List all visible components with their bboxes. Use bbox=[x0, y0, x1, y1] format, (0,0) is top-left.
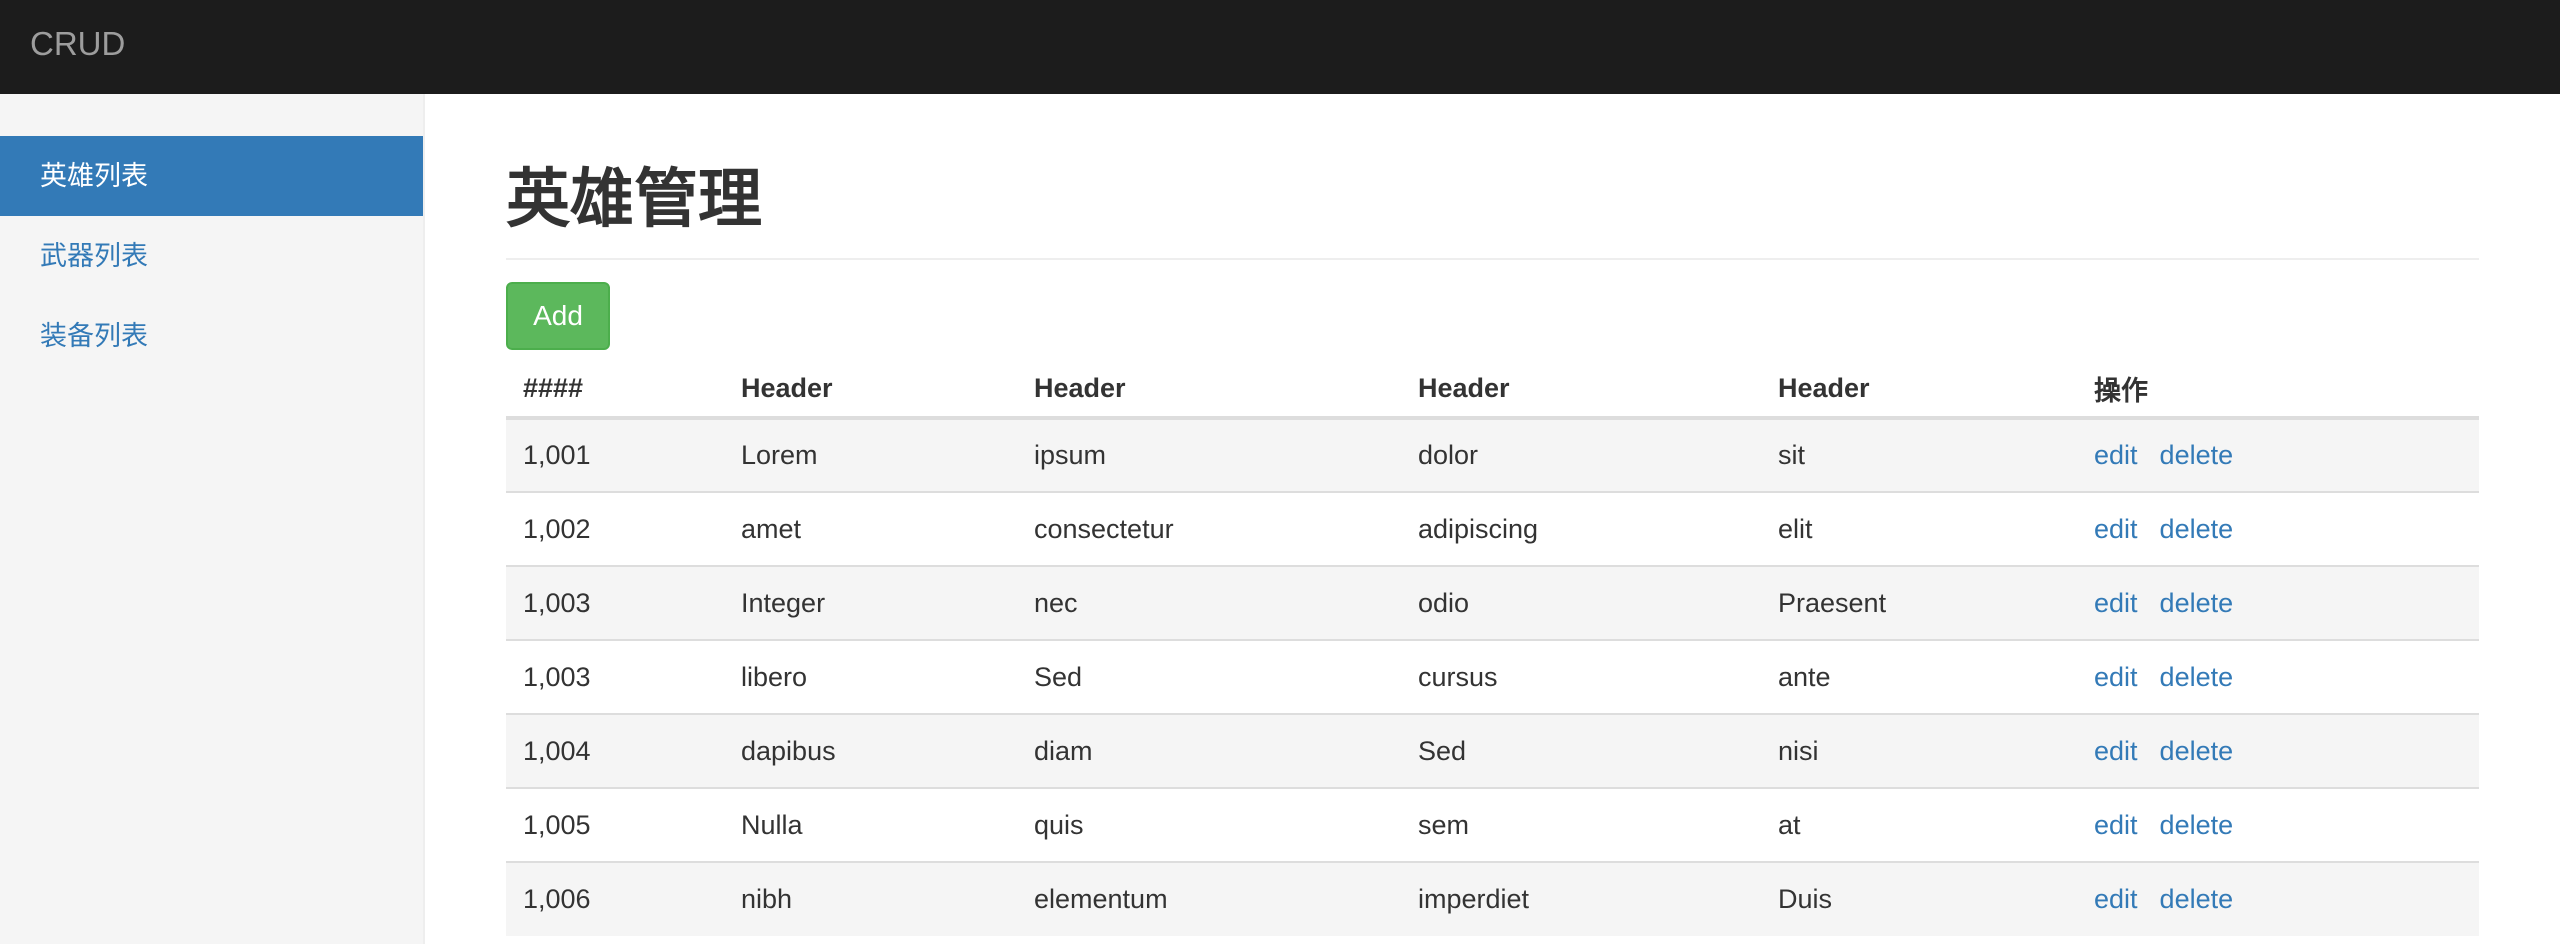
delete-link[interactable]: delete bbox=[2160, 810, 2234, 840]
cell: sem bbox=[1401, 787, 1761, 862]
edit-link[interactable]: edit bbox=[2094, 662, 2138, 692]
cell: cursus bbox=[1401, 639, 1761, 714]
delete-link[interactable]: delete bbox=[2160, 884, 2234, 914]
edit-link[interactable]: edit bbox=[2094, 440, 2138, 470]
page-header: 英雄管理 bbox=[506, 164, 2479, 260]
cell-actions: edit delete bbox=[2077, 713, 2479, 788]
cell: Integer bbox=[724, 565, 1017, 640]
cell: Sed bbox=[1017, 639, 1401, 714]
delete-link[interactable]: delete bbox=[2160, 736, 2234, 766]
column-header-4: Header bbox=[1761, 360, 2077, 420]
cell: quis bbox=[1017, 787, 1401, 862]
cell: elit bbox=[1761, 491, 2077, 566]
table-row: 1,005 Nulla quis sem at edit delete bbox=[506, 787, 2479, 862]
cell: odio bbox=[1401, 565, 1761, 640]
cell: nibh bbox=[724, 861, 1017, 936]
delete-link[interactable]: delete bbox=[2160, 514, 2234, 544]
page-title: 英雄管理 bbox=[506, 163, 762, 235]
column-header-2: Header bbox=[1017, 360, 1401, 420]
sidebar-item-equipment-list[interactable]: 装备列表 bbox=[0, 296, 423, 376]
cell: diam bbox=[1017, 713, 1401, 788]
cell: ipsum bbox=[1017, 417, 1401, 492]
cell: nisi bbox=[1761, 713, 2077, 788]
cell-actions: edit delete bbox=[2077, 417, 2479, 492]
cell: Duis bbox=[1761, 861, 2077, 936]
cell-actions: edit delete bbox=[2077, 491, 2479, 566]
cell-id: 1,005 bbox=[506, 787, 724, 862]
table-row: 1,001 Lorem ipsum dolor sit edit delete bbox=[506, 417, 2479, 492]
edit-link[interactable]: edit bbox=[2094, 514, 2138, 544]
cell-actions: edit delete bbox=[2077, 565, 2479, 640]
cell: sit bbox=[1761, 417, 2077, 492]
sidebar-nav: 英雄列表 武器列表 装备列表 bbox=[0, 136, 423, 376]
cell: ante bbox=[1761, 639, 2077, 714]
brand-link[interactable]: CRUD bbox=[30, 22, 125, 66]
cell-id: 1,003 bbox=[506, 639, 724, 714]
cell-actions: edit delete bbox=[2077, 861, 2479, 936]
cell: Lorem bbox=[724, 417, 1017, 492]
table-row: 1,004 dapibus diam Sed nisi edit delete bbox=[506, 713, 2479, 788]
cell: adipiscing bbox=[1401, 491, 1761, 566]
cell: dapibus bbox=[724, 713, 1017, 788]
cell-id: 1,001 bbox=[506, 417, 724, 492]
top-navbar: CRUD bbox=[0, 0, 2560, 94]
delete-link[interactable]: delete bbox=[2160, 440, 2234, 470]
cell: dolor bbox=[1401, 417, 1761, 492]
sidebar-item-hero-list[interactable]: 英雄列表 bbox=[0, 136, 423, 216]
hero-table: #### Header Header Header Header 操作 1,00… bbox=[506, 360, 2479, 936]
cell: Nulla bbox=[724, 787, 1017, 862]
cell: Sed bbox=[1401, 713, 1761, 788]
column-header-actions: 操作 bbox=[2077, 360, 2479, 420]
edit-link[interactable]: edit bbox=[2094, 736, 2138, 766]
cell-id: 1,004 bbox=[506, 713, 724, 788]
edit-link[interactable]: edit bbox=[2094, 810, 2138, 840]
cell-id: 1,002 bbox=[506, 491, 724, 566]
cell-actions: edit delete bbox=[2077, 787, 2479, 862]
cell: consectetur bbox=[1017, 491, 1401, 566]
cell: Praesent bbox=[1761, 565, 2077, 640]
cell-id: 1,003 bbox=[506, 565, 724, 640]
cell: elementum bbox=[1017, 861, 1401, 936]
column-header-1: Header bbox=[724, 360, 1017, 420]
sidebar: 英雄列表 武器列表 装备列表 bbox=[0, 94, 425, 944]
table-row: 1,003 libero Sed cursus ante edit delete bbox=[506, 639, 2479, 714]
main-content: 英雄管理 Add #### Header Header Header Heade… bbox=[506, 94, 2479, 944]
cell: libero bbox=[724, 639, 1017, 714]
delete-link[interactable]: delete bbox=[2160, 662, 2234, 692]
column-header-id: #### bbox=[506, 360, 724, 420]
table-row: 1,006 nibh elementum imperdiet Duis edit… bbox=[506, 861, 2479, 936]
edit-link[interactable]: edit bbox=[2094, 884, 2138, 914]
table-row: 1,002 amet consectetur adipiscing elit e… bbox=[506, 491, 2479, 566]
delete-link[interactable]: delete bbox=[2160, 588, 2234, 618]
sidebar-item-weapon-list[interactable]: 武器列表 bbox=[0, 216, 423, 296]
cell: amet bbox=[724, 491, 1017, 566]
cell: nec bbox=[1017, 565, 1401, 640]
column-header-3: Header bbox=[1401, 360, 1761, 420]
cell-id: 1,006 bbox=[506, 861, 724, 936]
edit-link[interactable]: edit bbox=[2094, 588, 2138, 618]
add-button[interactable]: Add bbox=[506, 282, 610, 350]
cell: imperdiet bbox=[1401, 861, 1761, 936]
cell-actions: edit delete bbox=[2077, 639, 2479, 714]
cell: at bbox=[1761, 787, 2077, 862]
table-header-row: #### Header Header Header Header 操作 bbox=[506, 360, 2479, 420]
table-row: 1,003 Integer nec odio Praesent edit dele… bbox=[506, 565, 2479, 640]
